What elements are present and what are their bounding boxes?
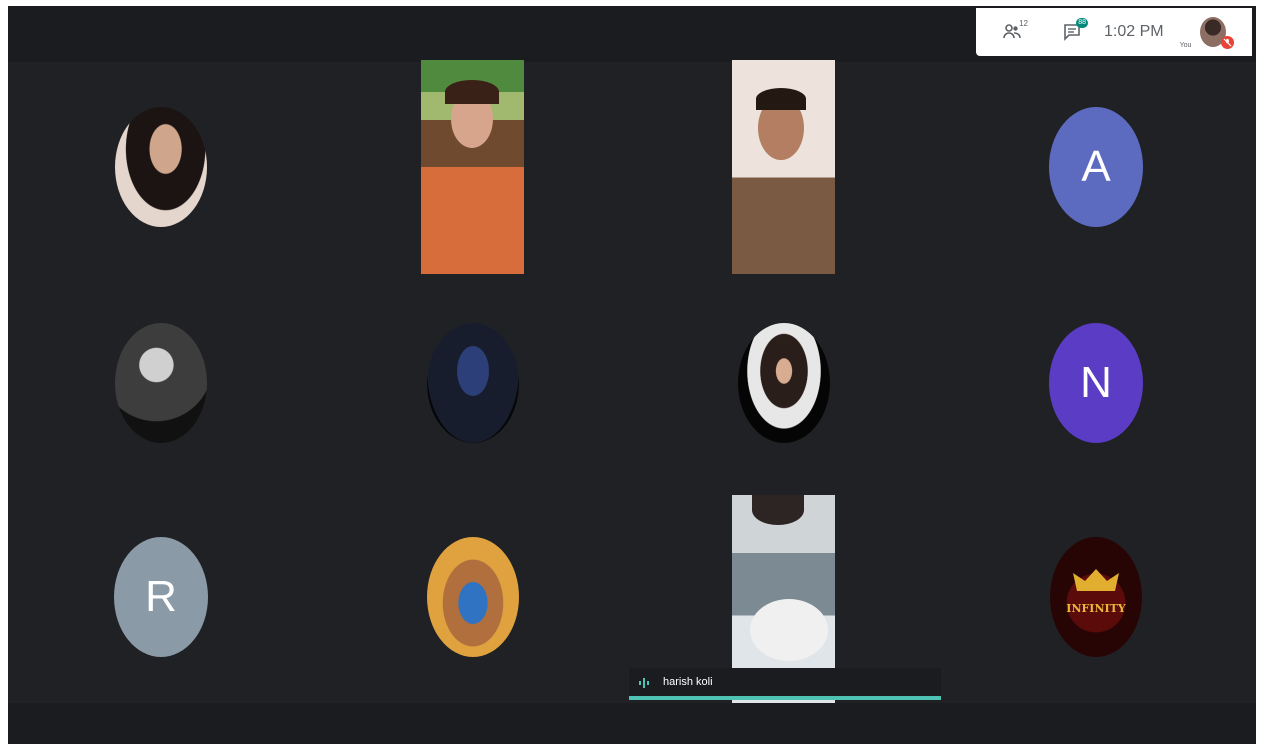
participant-initial-avatar: N <box>1049 323 1143 443</box>
participant-grid: A N R INFINITY <box>8 60 1256 703</box>
meeting-info-panel: 12 88 1:02 PM You <box>976 8 1252 56</box>
crown-icon <box>1073 569 1119 591</box>
bottom-bar <box>8 703 1256 744</box>
participant-tile[interactable]: R <box>11 492 311 702</box>
participant-tile[interactable] <box>323 60 623 274</box>
meeting-clock: 1:02 PM <box>1104 23 1164 40</box>
participant-tile[interactable] <box>11 62 311 272</box>
active-speaker-bar: harish koli <box>629 668 941 700</box>
participant-avatar <box>115 323 207 443</box>
participant-avatar <box>738 323 830 443</box>
participant-avatar: INFINITY <box>1050 537 1142 657</box>
participant-tile[interactable] <box>11 278 311 488</box>
participant-tile[interactable]: A <box>946 62 1246 272</box>
chat-button[interactable]: 88 <box>1054 14 1090 50</box>
mic-off-icon <box>1220 36 1234 49</box>
participant-tile[interactable] <box>323 278 623 488</box>
participant-avatar <box>427 323 519 443</box>
you-label: You <box>1179 42 1192 49</box>
participant-tile[interactable]: N <box>946 278 1246 488</box>
participant-tile[interactable] <box>323 492 623 702</box>
people-count: 12 <box>1019 19 1028 28</box>
participant-tile[interactable]: INFINITY <box>946 492 1246 702</box>
participant-initial-avatar: R <box>114 537 208 657</box>
participant-video <box>732 60 835 274</box>
participant-tile[interactable] <box>634 60 934 274</box>
active-speaker-name: harish koli <box>663 676 713 688</box>
participant-video <box>421 60 524 274</box>
people-button[interactable]: 12 <box>994 14 1030 50</box>
participant-avatar <box>115 107 207 227</box>
chat-count: 88 <box>1076 18 1088 28</box>
speaking-icon <box>639 678 649 688</box>
meeting-window: 12 88 1:02 PM You A N R INFINITY harish … <box>8 6 1256 744</box>
infinity-text: INFINITY <box>1066 602 1126 615</box>
participant-tile[interactable] <box>634 278 934 488</box>
participant-avatar <box>427 537 519 657</box>
participant-initial-avatar: A <box>1049 107 1143 227</box>
top-bar: 12 88 1:02 PM You <box>8 6 1256 62</box>
speaker-underline <box>629 696 941 700</box>
self-view[interactable]: You <box>1180 11 1236 53</box>
